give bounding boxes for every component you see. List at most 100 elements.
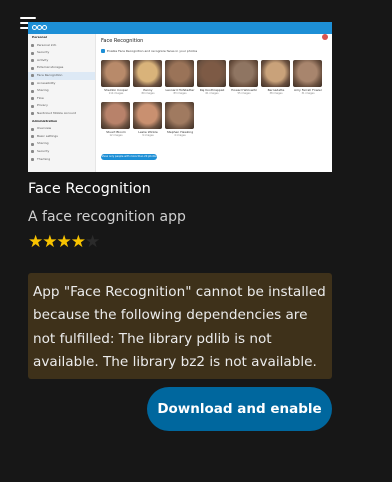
- preview-title: Face Recognition: [101, 38, 144, 44]
- face-photo: [133, 60, 162, 87]
- face-photo: [229, 60, 258, 87]
- face-count: 4 images: [174, 134, 186, 137]
- preview-checkbox-label: Enable Face Recognition and recognize fa…: [107, 49, 198, 53]
- face-photo: [165, 60, 194, 87]
- sidebar-item-icon: [31, 158, 34, 161]
- face-photo: [293, 60, 322, 87]
- sidebar-item-icon: [31, 66, 34, 70]
- preview-sidebar-item: External storages: [28, 64, 95, 72]
- preview-sidebar-label: Accessibility: [37, 80, 56, 85]
- sidebar-item-icon: [31, 82, 34, 86]
- face-count: 114 images: [108, 92, 124, 95]
- preview-sidebar-item: Accessibility: [28, 80, 95, 88]
- face-count: 31 images: [301, 92, 315, 95]
- preview-face-card: Raj Koothrappali 61 images: [197, 60, 227, 96]
- preview-sidebar-item: Flow: [28, 95, 95, 103]
- preview-sidebar-item: Administration: [28, 118, 95, 126]
- sidebar-item-icon: [31, 142, 34, 146]
- preview-button: Show only people with more than 20 photo…: [101, 154, 157, 160]
- preview-sidebar-label: Overview: [37, 126, 52, 131]
- preview-sidebar-label: Administration: [32, 118, 58, 123]
- preview-sidebar-label: Face Recognition: [37, 72, 63, 77]
- dependency-warning: App "Face Recognition" cannot be install…: [28, 273, 332, 379]
- preview-face-card: Stephen Hawking 4 images: [165, 102, 195, 138]
- preview-sidebar-label: Privacy: [37, 103, 48, 108]
- preview-sidebar-item: Personal info: [28, 42, 95, 50]
- face-photo: [197, 60, 226, 87]
- face-count: 38 images: [269, 92, 283, 95]
- app-rating: ★★★★★: [28, 231, 100, 253]
- sidebar-item-icon: [31, 104, 34, 108]
- preview-sidebar-label: Security: [37, 148, 50, 153]
- app-summary: A face recognition app: [28, 209, 186, 225]
- face-photo: [101, 102, 130, 129]
- preview-face-card: Stuart Bloom 12 images: [101, 102, 131, 138]
- face-count: 89 images: [141, 92, 155, 95]
- preview-face-card: Howard Wolowitz 55 images: [229, 60, 259, 96]
- star-filled-icon: ★: [56, 232, 72, 252]
- face-count: 12 images: [109, 134, 123, 137]
- sidebar-item-icon: [31, 59, 34, 63]
- preview-main: Face Recognition Enable Face Recognition…: [101, 36, 329, 160]
- face-photo: [165, 102, 194, 129]
- face-count: 55 images: [237, 92, 251, 95]
- preview-sidebar-item: Overview: [28, 125, 95, 133]
- preview-sidebar-item: Sharing: [28, 140, 95, 148]
- sidebar-item-icon: [31, 97, 34, 101]
- preview-sidebar-item: Activity: [28, 57, 95, 65]
- face-photo: [133, 102, 162, 129]
- face-count: 61 images: [205, 92, 219, 95]
- sidebar-item-icon: [31, 150, 34, 154]
- preview-sidebar-item: Face Recognition: [28, 71, 95, 80]
- preview-sidebar-label: External storages: [37, 65, 64, 70]
- preview-sidebar-item: Security: [28, 148, 95, 156]
- face-count: 9 images: [142, 134, 154, 137]
- preview-face-card: Sheldon Cooper 114 images: [101, 60, 131, 96]
- nextcloud-logo-icon: [32, 25, 47, 31]
- preview-sidebar-label: Security: [37, 50, 50, 55]
- preview-face-card: Penny 89 images: [133, 60, 163, 96]
- preview-sidebar-label: Personal: [32, 35, 47, 39]
- preview-sidebar-label: Sharing: [37, 88, 49, 93]
- face-photo: [261, 60, 290, 87]
- app-details-page: Personal Personal info Security Activity Ext…: [0, 0, 392, 482]
- preview-sidebar-label: Activity: [37, 57, 49, 62]
- preview-sidebar-item: Theming: [28, 156, 95, 164]
- app-name: Face Recognition: [28, 181, 151, 197]
- face-count: 83 images: [173, 92, 187, 95]
- download-and-enable-button[interactable]: Download and enable: [147, 387, 332, 431]
- preview-sidebar-label: Sharing: [37, 141, 49, 146]
- sidebar-item-icon: [31, 89, 34, 93]
- face-photo: [101, 60, 130, 87]
- star-filled-icon: ★: [42, 232, 57, 252]
- preview-face-card: Amy Farrah Fowler 31 images: [293, 60, 323, 96]
- star-filled-icon: ★: [70, 232, 86, 252]
- sidebar-item-icon: [31, 112, 34, 116]
- preview-sidebar-label: Flow: [37, 95, 44, 100]
- preview-header-bar: [28, 22, 332, 41]
- preview-sidebar-item: Sharing: [28, 87, 95, 95]
- preview-sidebar-item: Personal: [28, 34, 95, 42]
- app-screenshot: Personal Personal info Security Activity Ext…: [28, 22, 332, 172]
- preview-sidebar-label: Personal info: [37, 42, 57, 47]
- sidebar-item-icon: [31, 74, 34, 78]
- star-empty-icon: ★: [85, 232, 100, 252]
- star-filled-icon: ★: [28, 232, 43, 252]
- preview-sidebar-item: Nextcloud Mobile Account: [28, 110, 95, 118]
- sidebar-item-icon: [31, 44, 34, 48]
- preview-sidebar-item: Privacy: [28, 102, 95, 110]
- sidebar-item-icon: [31, 127, 34, 131]
- preview-sidebar-label: Theming: [37, 156, 51, 161]
- preview-checkbox: Enable Face Recognition and recognize fa…: [101, 49, 329, 53]
- preview-face-card: Bernadette 38 images: [261, 60, 291, 96]
- sidebar-item-icon: [31, 135, 34, 139]
- preview-sidebar-item: Security: [28, 49, 95, 57]
- preview-sidebar-label: Basic settings: [37, 133, 58, 138]
- checkbox-icon: [101, 49, 105, 53]
- preview-sidebar-item: Basic settings: [28, 133, 95, 141]
- preview-sidebar: Personal Personal info Security Activity Ext…: [28, 34, 96, 172]
- preview-face-card: Leslie Winkle 9 images: [133, 102, 163, 138]
- preview-face-card: Leonard Hofstadter 83 images: [165, 60, 195, 96]
- preview-sidebar-label: Nextcloud Mobile Account: [37, 110, 76, 115]
- sidebar-item-icon: [31, 51, 34, 55]
